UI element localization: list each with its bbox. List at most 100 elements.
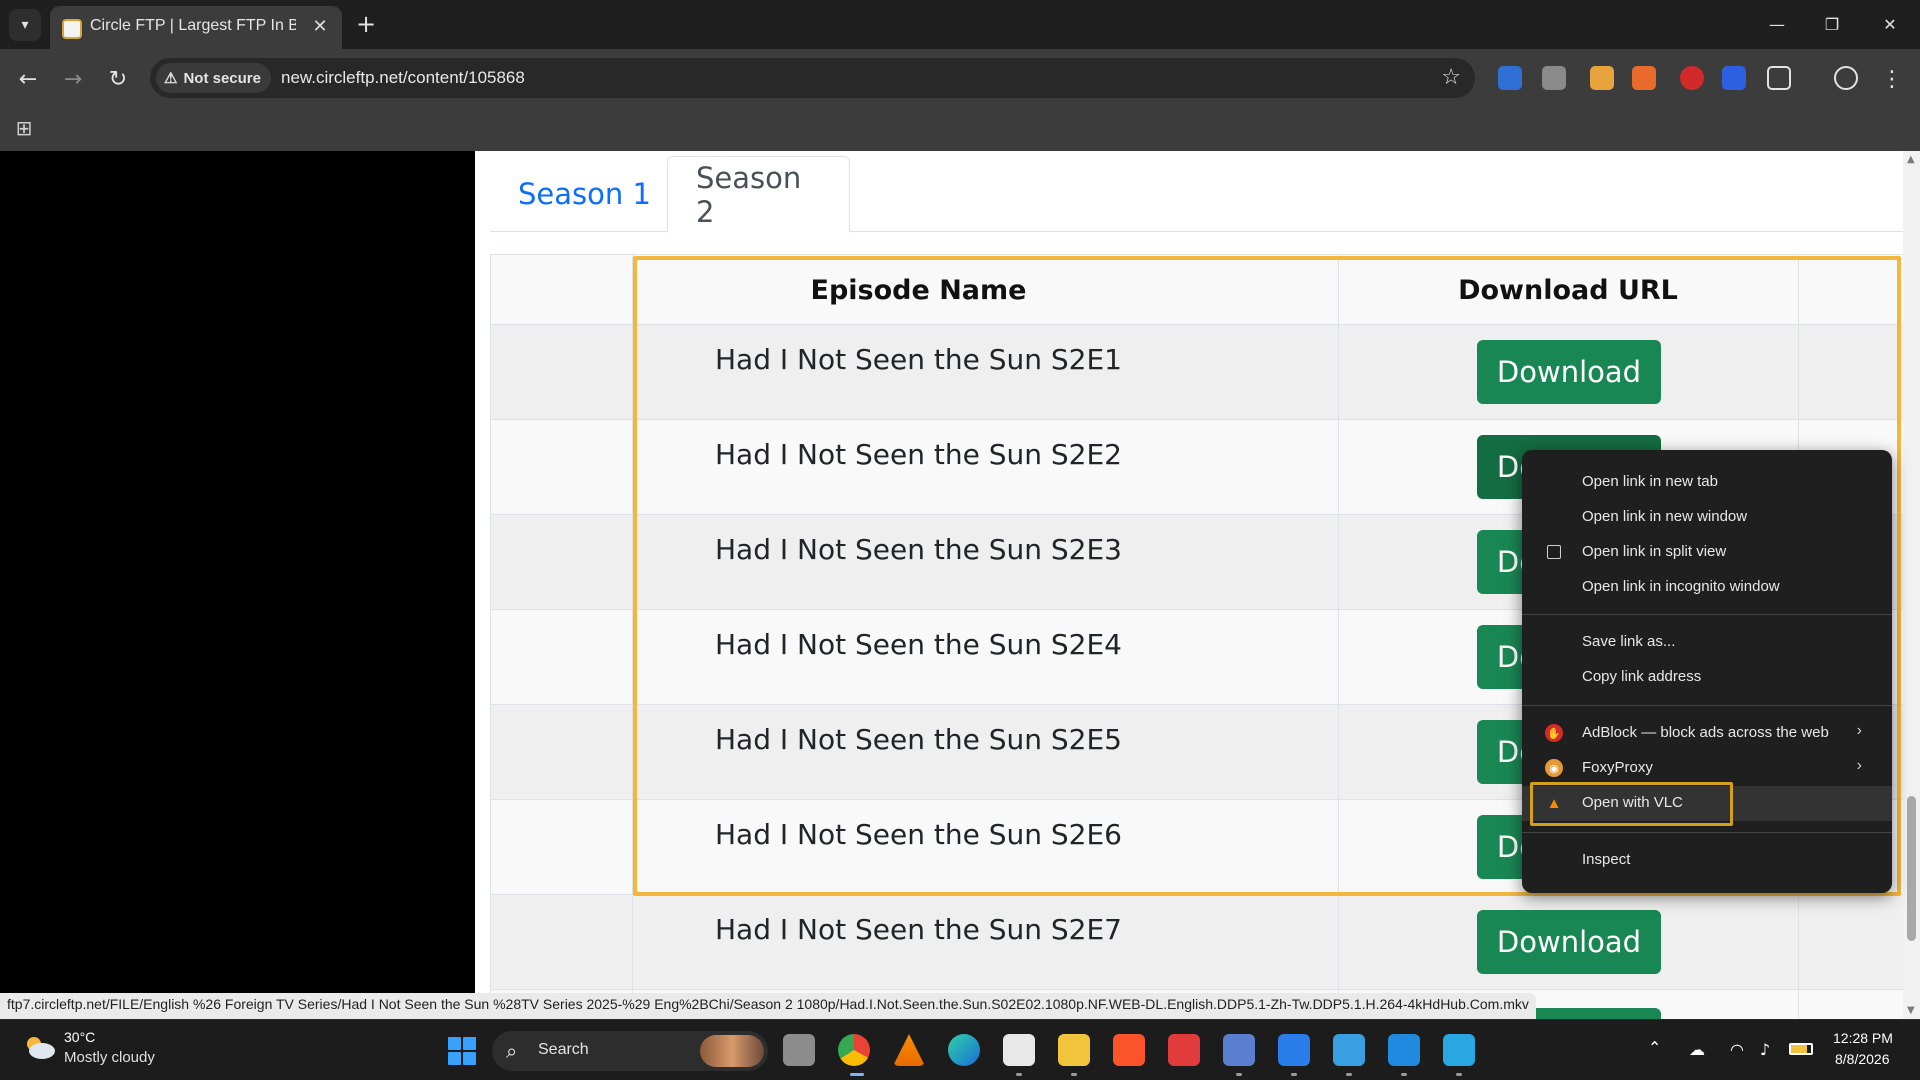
task-view-icon[interactable] [783, 1034, 815, 1066]
security-label: Not secure [183, 69, 261, 87]
file-explorer-icon[interactable] [1058, 1034, 1090, 1066]
tab-season-1[interactable]: Season 1 [490, 156, 679, 232]
profile-avatar-icon[interactable] [1834, 66, 1858, 90]
search-icon: ⌕ [506, 1039, 518, 1063]
volume-icon[interactable]: ♪ [1754, 1038, 1776, 1060]
running-app-indicator [1236, 1073, 1242, 1076]
browser-toolbar: ← → ↻ ⚠ Not secure new.circleftp.net/con… [0, 49, 1920, 108]
tab-season-2[interactable]: Season 2 [667, 156, 850, 233]
battery-icon[interactable] [1788, 1038, 1814, 1060]
onedrive-cloud-icon[interactable]: ☁ [1686, 1038, 1708, 1060]
minimize-icon: — [1769, 14, 1785, 34]
windows-taskbar: 30°C Mostly cloudy ⌕ Search ⌃ ☁ ◠ ♪ 12:2… [0, 1019, 1920, 1080]
partly-cloudy-icon[interactable] [22, 1034, 56, 1060]
scrollbar-thumb[interactable] [1907, 796, 1916, 941]
column-header-download-url: Download URL [1458, 274, 1678, 306]
brave-app-icon[interactable] [1113, 1034, 1145, 1066]
page-scrollbar[interactable]: ▲ ▼ [1903, 151, 1920, 1019]
menu-item-label: Copy link address [1582, 668, 1702, 685]
arrow-left-icon: ← [18, 66, 38, 92]
menu-item-open-split-view[interactable]: Open link in split view [1522, 535, 1892, 570]
scroll-up-arrow-icon[interactable]: ▲ [1907, 154, 1915, 165]
split-view-icon [1547, 545, 1561, 559]
link-status-bubble: ftp7.circleftp.net/FILE/English %26 Fore… [0, 993, 1536, 1019]
extension-adblock-icon[interactable] [1680, 66, 1704, 90]
battery-level [1789, 1043, 1813, 1055]
episode-name: Had I Not Seen the Sun S2E7 [715, 913, 1122, 946]
chevron-right-icon: › [1856, 757, 1862, 774]
remote-desktop-icon[interactable] [1223, 1034, 1255, 1066]
bookmark-star-icon[interactable]: ☆ [1441, 65, 1461, 90]
more-vertical-icon: ⋮ [1881, 66, 1903, 92]
browser-title-bar: ▾ Circle FTP | Largest FTP In Bangl ✕ + … [0, 0, 1920, 49]
tab-search-button[interactable]: ▾ [9, 9, 41, 41]
close-window-button[interactable]: ✕ [1868, 8, 1912, 40]
menu-item-open-new-tab[interactable]: Open link in new tab [1522, 465, 1892, 500]
browser-menu-button[interactable]: ⋮ [1876, 63, 1908, 95]
start-button[interactable] [448, 1037, 476, 1065]
app-a-icon[interactable] [1278, 1034, 1310, 1066]
security-indicator[interactable]: ⚠ Not secure [156, 63, 271, 93]
chrome-app-icon[interactable] [838, 1034, 870, 1066]
menu-item-open-new-window[interactable]: Open link in new window [1522, 500, 1892, 535]
weather-temperature[interactable]: 30°C [64, 1029, 95, 1045]
wifi-icon[interactable]: ◠ [1726, 1038, 1748, 1060]
menu-item-inspect[interactable]: Inspect [1522, 843, 1892, 878]
menu-separator [1522, 705, 1892, 706]
windows-logo-part [448, 1052, 461, 1065]
episode-name: Had I Not Seen the Sun S2E6 [715, 818, 1122, 851]
url-text[interactable]: new.circleftp.net/content/105868 [281, 68, 525, 88]
snipping-tool-icon[interactable] [1003, 1034, 1035, 1066]
weather-description[interactable]: Mostly cloudy [64, 1049, 155, 1066]
episode-name: Had I Not Seen the Sun S2E2 [715, 438, 1122, 471]
warning-icon: ⚠ [164, 70, 178, 87]
notepad-app-icon[interactable] [1333, 1034, 1365, 1066]
windows-logo-icon [448, 1037, 461, 1050]
download-button[interactable]: Download [1477, 340, 1661, 404]
column-header-episode-name: Episode Name [810, 274, 1027, 306]
menu-item-foxyproxy[interactable]: ◉ FoxyProxy › [1522, 751, 1892, 786]
reload-button[interactable]: ↻ [102, 63, 134, 95]
menu-item-label: AdBlock — block ads across the web [1582, 724, 1829, 741]
taskbar-search-label: Search [538, 1041, 589, 1058]
forward-button[interactable]: → [57, 63, 89, 95]
extension-print-icon[interactable] [1542, 66, 1566, 90]
adblock-icon: ✋ [1545, 724, 1563, 742]
running-app-indicator [1291, 1073, 1297, 1076]
edge-app-icon[interactable] [948, 1034, 980, 1066]
extension-reader-icon[interactable] [1722, 66, 1746, 90]
extension-metamask-icon[interactable] [1632, 66, 1656, 90]
episode-name: Had I Not Seen the Sun S2E4 [715, 628, 1122, 661]
new-tab-button[interactable]: + [352, 10, 380, 38]
tab-close-button[interactable]: ✕ [308, 14, 332, 38]
running-app-indicator [1346, 1073, 1352, 1076]
back-button[interactable]: ← [12, 63, 44, 95]
restore-button[interactable]: ❐ [1810, 8, 1854, 40]
taskbar-search[interactable]: ⌕ Search [492, 1031, 768, 1071]
reload-icon: ↻ [108, 66, 128, 92]
address-bar[interactable]: ⚠ Not secure new.circleftp.net/content/1… [150, 58, 1475, 98]
extension-vpn-icon[interactable] [1498, 66, 1522, 90]
extensions-puzzle-icon[interactable] [1767, 66, 1791, 90]
clock-date[interactable]: 8/8/2026 [1835, 1051, 1890, 1067]
download-button[interactable]: Download [1477, 910, 1661, 974]
settings-app-icon[interactable] [1388, 1034, 1420, 1066]
apps-grid-icon[interactable]: ⊞ [12, 116, 36, 140]
episode-name: Had I Not Seen the Sun S2E3 [715, 533, 1122, 566]
menu-item-adblock[interactable]: ✋ AdBlock — block ads across the web › [1522, 716, 1892, 751]
active-app-indicator [850, 1073, 864, 1076]
extension-foxyproxy-icon[interactable] [1590, 66, 1614, 90]
browser-tab-active[interactable]: Circle FTP | Largest FTP In Bangl ✕ [50, 6, 342, 49]
episode-name: Had I Not Seen the Sun S2E5 [715, 723, 1122, 756]
anydesk-app-icon[interactable] [1168, 1034, 1200, 1066]
menu-item-copy-link-address[interactable]: Copy link address [1522, 660, 1892, 695]
menu-item-save-link-as[interactable]: Save link as... [1522, 625, 1892, 660]
vlc-app-icon[interactable] [893, 1034, 925, 1066]
menu-item-open-incognito[interactable]: Open link in incognito window [1522, 570, 1892, 605]
scroll-down-arrow-icon[interactable]: ▼ [1907, 1005, 1915, 1016]
clock-time[interactable]: 12:28 PM [1833, 1030, 1893, 1046]
bookmarks-bar: ⊞ [0, 108, 1920, 151]
tray-overflow-chevron-icon[interactable]: ⌃ [1648, 1038, 1661, 1057]
minimize-button[interactable]: — [1755, 8, 1799, 40]
app-window-icon[interactable] [1443, 1034, 1475, 1066]
